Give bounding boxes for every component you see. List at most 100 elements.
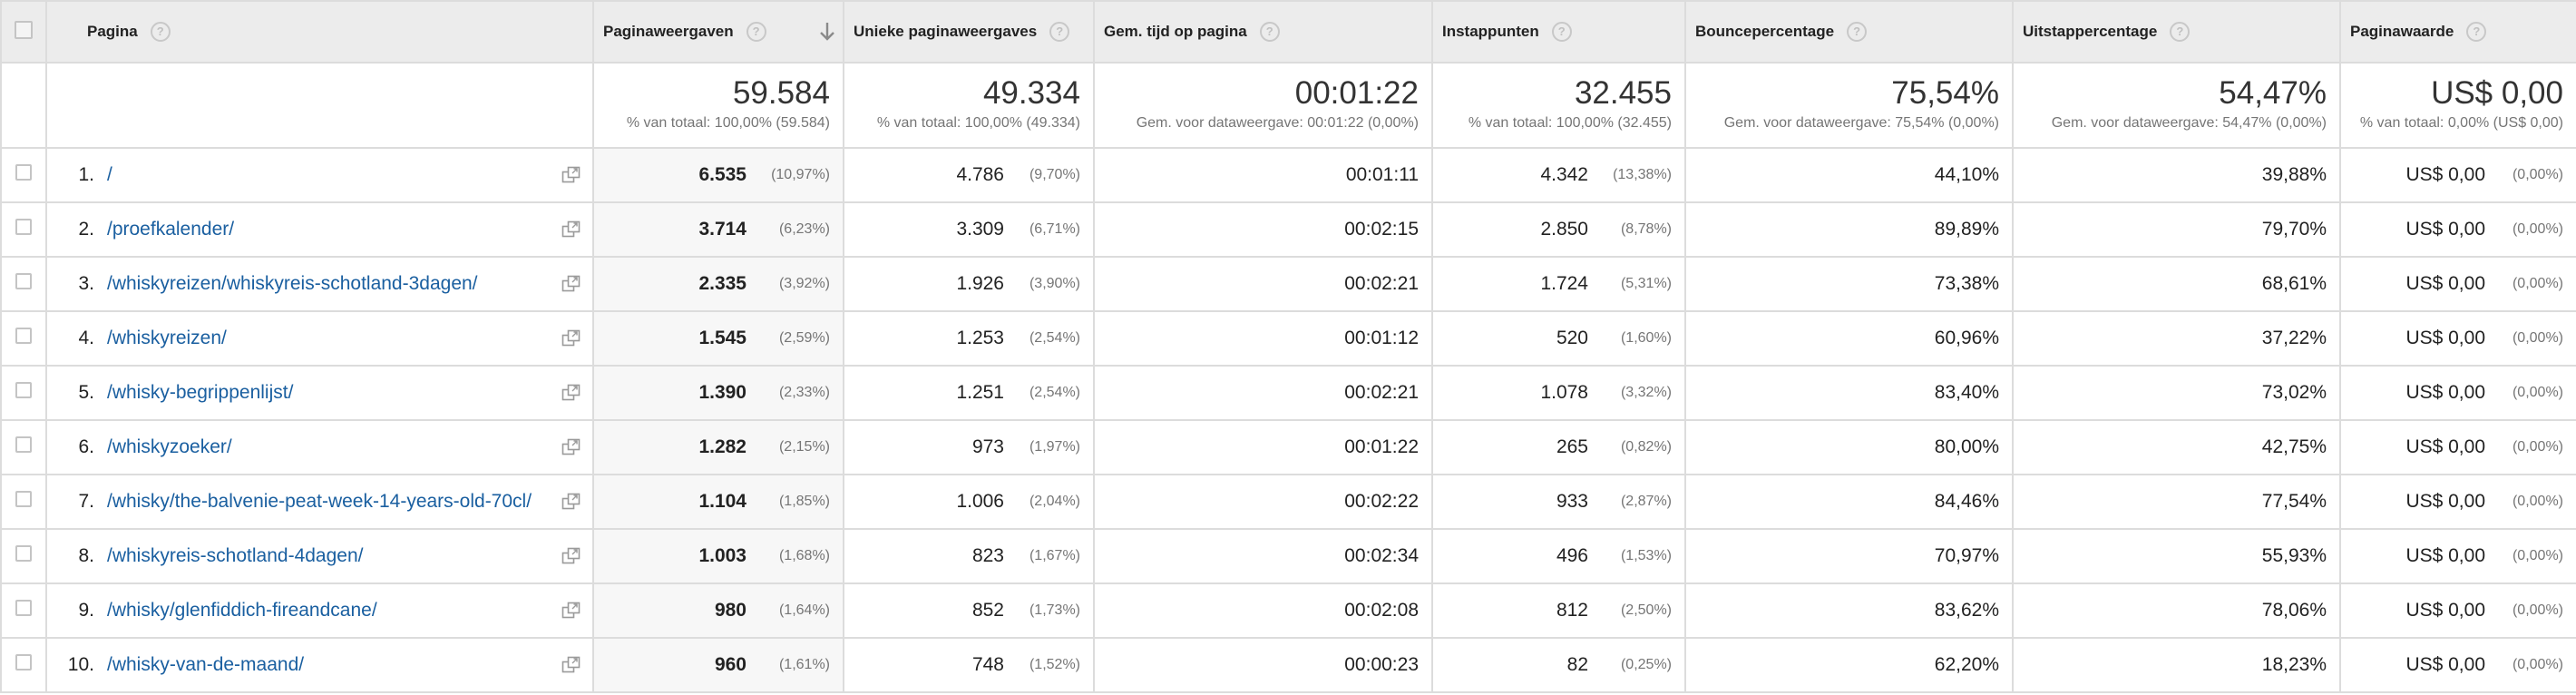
row-checkbox[interactable]	[15, 164, 32, 181]
page-link[interactable]: /whiskyreizen/	[107, 328, 227, 348]
open-in-new-window-icon[interactable]	[561, 329, 581, 348]
open-in-new-window-icon[interactable]	[561, 547, 581, 565]
help-icon[interactable]: ?	[150, 22, 171, 42]
uitstap-value: 37,22%	[2261, 328, 2327, 348]
total-waarde: US$ 0,00 % van totaal: 0,00% (US$ 0,00)	[2339, 62, 2576, 149]
column-header-unieke[interactable]: Unieke paginaweergaves ?	[843, 0, 1095, 64]
page-link[interactable]: /whisky-begrippenlijst/	[107, 382, 293, 403]
column-header-bounce[interactable]: Bouncepercentage ?	[1684, 0, 2014, 64]
row-checkbox[interactable]	[15, 654, 32, 671]
row-checkbox[interactable]	[15, 436, 32, 453]
help-icon[interactable]: ?	[746, 22, 766, 42]
bounce-cell: 44,10%	[1684, 147, 2014, 203]
table-row: 4. /whiskyreizen/ 1.545 (2,59%) 1.253 (2,…	[0, 310, 2576, 367]
open-in-new-window-icon[interactable]	[561, 166, 581, 184]
total-subtext: % van totaal: 100,00% (49.334)	[876, 115, 1080, 131]
open-in-new-window-icon[interactable]	[561, 275, 581, 293]
total-subtext: Gem. voor dataweergave: 00:01:22 (0,00%)	[1136, 115, 1419, 131]
help-icon[interactable]: ?	[1049, 22, 1070, 42]
column-header-waarde[interactable]: Paginawaarde ?	[2339, 0, 2576, 64]
row-checkbox[interactable]	[15, 219, 32, 235]
paginaweergaven-cell: 1.282 (2,15%)	[592, 419, 844, 475]
open-in-new-window-icon[interactable]	[561, 384, 581, 402]
page-cell: 10. /whisky-van-de-maand/	[45, 637, 594, 693]
open-in-new-window-icon[interactable]	[561, 493, 581, 511]
page-cell: 2. /proefkalender/	[45, 201, 594, 258]
row-index: 10.	[67, 654, 94, 675]
column-header-pagina[interactable]: Pagina ?	[45, 0, 594, 64]
bounce-value: 60,96%	[1934, 328, 1999, 348]
open-in-new-window-icon[interactable]	[561, 220, 581, 239]
waarde-percent: (0,00%)	[2512, 221, 2563, 237]
table-row: 5./whisky-begrippenlijst/ 1.390 (2,33%) …	[0, 365, 2576, 421]
help-icon[interactable]: ?	[1259, 22, 1280, 42]
uitstap-value: 73,02%	[2261, 382, 2327, 403]
unieke-value: 4.786	[956, 164, 1004, 185]
paginaweergaven-percent: (1,61%)	[778, 657, 830, 672]
waarde-value: US$ 0,00	[2405, 491, 2485, 512]
page-link[interactable]: /whisky/the-balvenie-peat-week-14-years-…	[107, 491, 532, 512]
page-link[interactable]: /whiskyzoeker/	[107, 436, 232, 457]
column-header-label: Pagina	[87, 23, 138, 40]
waarde-value: US$ 0,00	[2405, 219, 2485, 240]
row-checkbox[interactable]	[15, 600, 32, 616]
page-link[interactable]: /proefkalender/	[107, 219, 234, 240]
help-icon[interactable]: ?	[2170, 22, 2191, 42]
total-bounce: 75,54% Gem. voor dataweergave: 75,54% (0…	[1684, 62, 2014, 149]
waarde-value: US$ 0,00	[2405, 654, 2485, 675]
uitstap-cell: 18,23%	[2012, 637, 2341, 693]
open-in-new-window-icon[interactable]	[561, 438, 581, 456]
waarde-percent: (0,00%)	[2512, 657, 2563, 672]
table-row: 9. /whisky/glenfiddich-fireandcane/ 980 (…	[0, 582, 2576, 639]
row-checkbox[interactable]	[15, 273, 32, 289]
page-link[interactable]: /whiskyreis-schotland-4dagen/	[107, 545, 363, 566]
open-in-new-window-icon[interactable]	[561, 656, 581, 674]
help-icon[interactable]: ?	[1551, 22, 1572, 42]
waarde-percent: (0,00%)	[2512, 602, 2563, 618]
row-checkbox[interactable]	[15, 545, 32, 562]
row-checkbox[interactable]	[15, 328, 32, 344]
tijd-cell: 00:01:11	[1093, 147, 1433, 203]
unieke-percent: (3,90%)	[1029, 276, 1080, 291]
total-subtext: % van totaal: 100,00% (59.584)	[626, 115, 830, 131]
tijd-cell: 00:02:34	[1093, 528, 1433, 584]
sort-descending-arrow-icon[interactable]	[817, 20, 837, 44]
waarde-cell: US$ 0,00 (0,00%)	[2339, 419, 2576, 475]
row-checkbox[interactable]	[15, 382, 32, 398]
column-header-uitstap[interactable]: Uitstappercentage ?	[2012, 0, 2341, 64]
paginaweergaven-value: 1.104	[698, 491, 746, 512]
unieke-percent: (1,52%)	[1029, 657, 1080, 672]
column-header-instap[interactable]: Instappunten ?	[1431, 0, 1686, 64]
total-value: 32.455	[1574, 75, 1672, 111]
waarde-cell: US$ 0,00 (0,00%)	[2339, 637, 2576, 693]
instap-cell: 4.342 (13,38%)	[1431, 147, 1686, 203]
waarde-cell: US$ 0,00 (0,00%)	[2339, 582, 2576, 639]
report-table: Pagina ? Paginaweergaven ? Unieke pagina…	[0, 0, 2576, 693]
help-icon[interactable]: ?	[2466, 22, 2487, 42]
help-icon[interactable]: ?	[1847, 22, 1868, 42]
uitstap-cell: 37,22%	[2012, 310, 2341, 367]
page-link[interactable]: /whiskyreizen/whiskyreis-schotland-3dage…	[107, 273, 478, 294]
bounce-cell: 60,96%	[1684, 310, 2014, 367]
select-all-checkbox[interactable]	[15, 20, 33, 39]
uitstap-value: 79,70%	[2261, 219, 2327, 240]
open-in-new-window-icon[interactable]	[561, 602, 581, 620]
unieke-value: 3.309	[956, 219, 1004, 240]
page-link[interactable]: /whisky/glenfiddich-fireandcane/	[107, 600, 377, 621]
row-checkbox-cell	[0, 419, 47, 475]
page-link[interactable]: /whisky-van-de-maand/	[107, 654, 304, 675]
tijd-value: 00:01:12	[1344, 328, 1419, 348]
row-checkbox[interactable]	[15, 491, 32, 507]
total-uitstap: 54,47% Gem. voor dataweergave: 54,47% (0…	[2012, 62, 2341, 149]
tijd-value: 00:02:15	[1344, 219, 1419, 240]
column-header-paginaweergaven[interactable]: Paginaweergaven ?	[592, 0, 844, 64]
instap-value: 812	[1556, 600, 1588, 621]
row-checkbox-cell	[0, 256, 47, 312]
column-header-tijd[interactable]: Gem. tijd op pagina ?	[1093, 0, 1433, 64]
waarde-cell: US$ 0,00 (0,00%)	[2339, 310, 2576, 367]
instap-cell: 82 (0,25%)	[1431, 637, 1686, 693]
bounce-cell: 83,62%	[1684, 582, 2014, 639]
waarde-cell: US$ 0,00 (0,00%)	[2339, 365, 2576, 421]
row-checkbox-cell	[0, 528, 47, 584]
page-link[interactable]: /	[107, 164, 112, 185]
